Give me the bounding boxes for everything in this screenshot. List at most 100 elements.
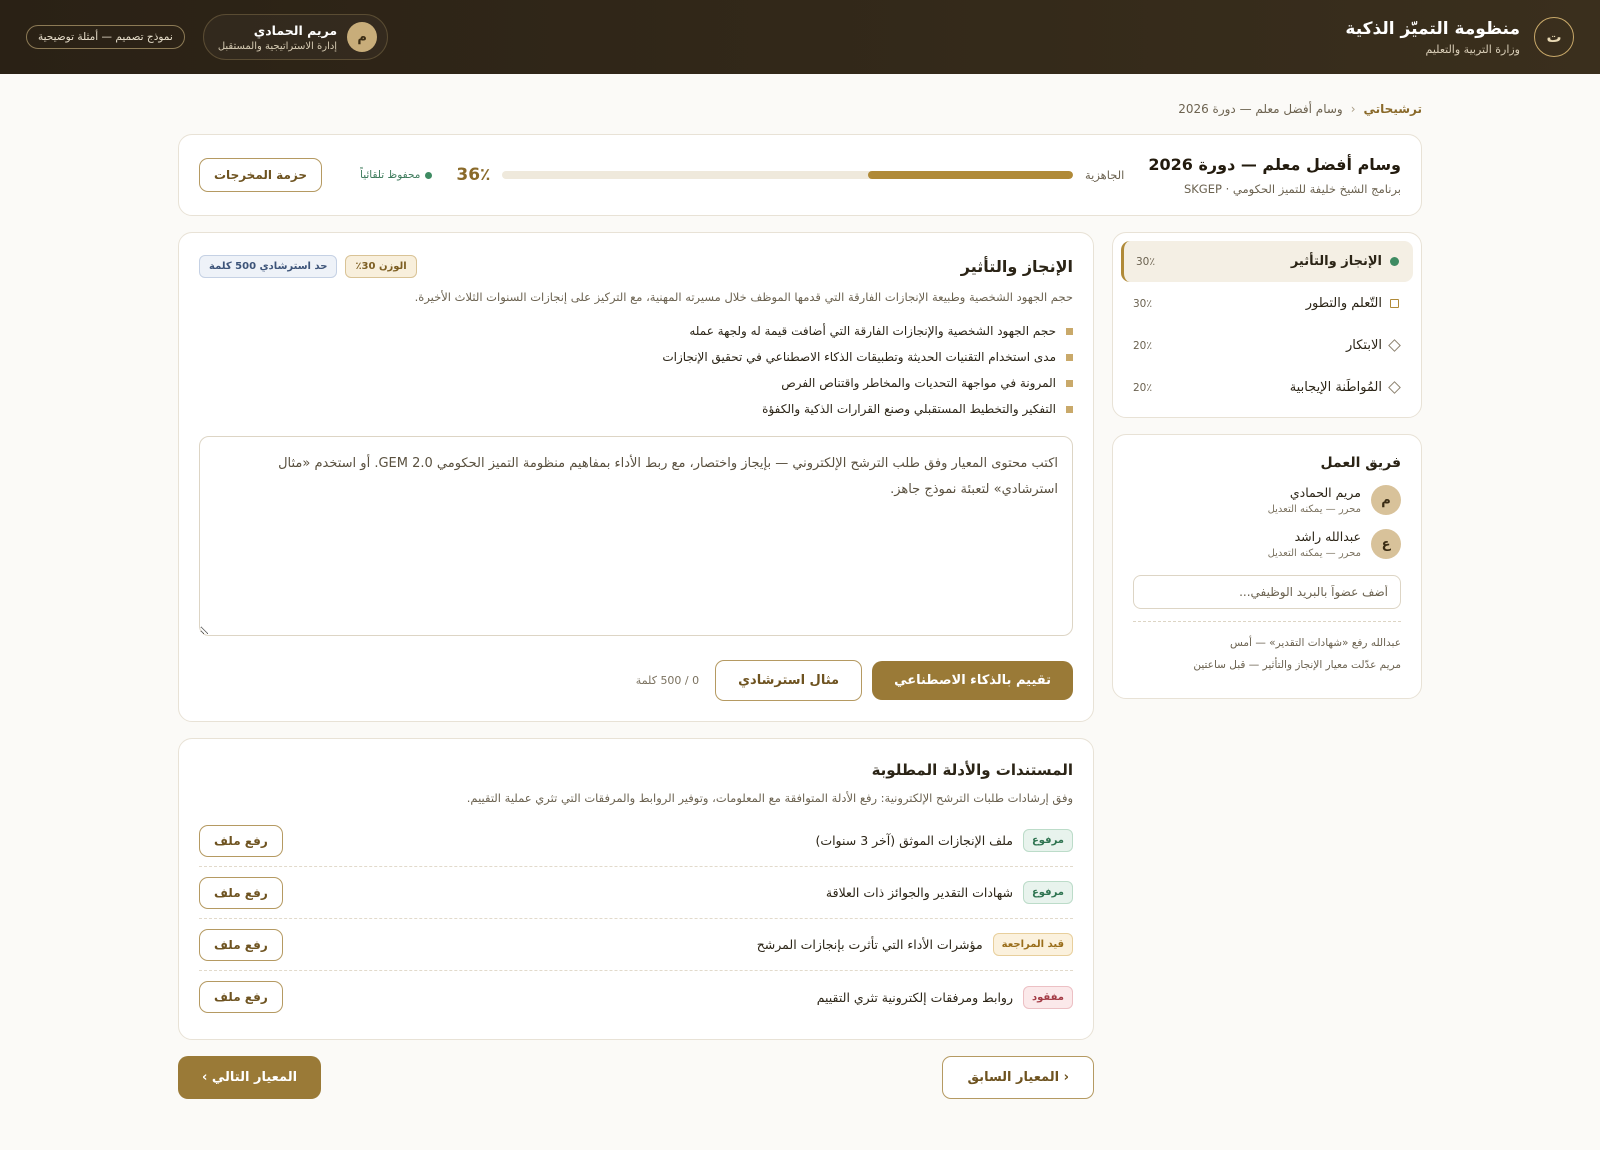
status-badge: مرفوع	[1022, 829, 1073, 852]
saved-dot-icon	[425, 171, 433, 179]
criteria-item-label: الإنجاز والتأثير	[1290, 254, 1382, 269]
user-menu[interactable]: م مريم الحمادي إدارة الاستراتيجية والمست…	[202, 14, 389, 60]
document-row: مرفوع شهادات التقدير والجوائز ذات العلاقة…	[199, 867, 1073, 919]
activity-log: عبدالله رفع «شهادات التقدير» — أمس مريم ع…	[1133, 621, 1401, 676]
criteria-item-main: الابتكار	[1346, 338, 1401, 353]
team-title: فريق العمل	[1320, 455, 1401, 471]
breadcrumb-current: وسام أفضل معلم — دورة 2026	[1178, 102, 1343, 116]
document-info: مرفوع ملف الإنجازات الموثق (آخر 3 سنوات)	[815, 829, 1073, 852]
status-badge: قيد المراجعة	[992, 933, 1073, 956]
diamond-icon	[1388, 339, 1401, 352]
diamond-icon	[1388, 381, 1401, 394]
upload-file-button[interactable]: رفع ملف	[199, 824, 283, 857]
criteria-pager: ‹ المعيار السابق المعيار التالي ›	[178, 1056, 1094, 1099]
document-name: روابط ومرفقات إلكترونية تثري التقييم	[816, 989, 1013, 1005]
team-member: م مريم الحمادي محرر — يمكنه التعديل	[1133, 485, 1401, 515]
word-limit-badge: حد استرشادي 500 كلمة	[199, 255, 338, 278]
criteria-item-label: الابتكار	[1346, 338, 1382, 353]
criteria-item[interactable]: الابتكار 20٪	[1121, 325, 1413, 366]
member-info: عبدالله راشد محرر — يمكنه التعديل	[1268, 529, 1361, 559]
team-members: م مريم الحمادي محرر — يمكنه التعديل ع عبدالل…	[1133, 485, 1401, 559]
nomination-header-card: وسام أفضل معلم — دورة 2026 برنامج الشيخ …	[178, 134, 1422, 216]
document-info: مرفوع شهادات التقدير والجوائز ذات العلاقة	[826, 881, 1073, 904]
user-info: مريم الحمادي إدارة الاستراتيجية والمستقب…	[218, 23, 337, 52]
member-name: مريم الحمادي	[1289, 485, 1361, 500]
example-button[interactable]: مثال استرشادي	[715, 660, 863, 701]
bullet-icon	[1066, 327, 1073, 335]
breadcrumb-separator-icon: ‹	[1350, 102, 1356, 116]
activity-item: مريم عدّلت معيار الإنجاز والتأثير — قبل …	[1193, 659, 1401, 671]
bullet-icon	[1066, 405, 1073, 413]
ai-evaluate-button[interactable]: تقييم بالذكاء الاصطناعي	[872, 661, 1073, 700]
invite-member-input[interactable]	[1133, 575, 1401, 609]
criteria-item-label: التّعلم والتطور	[1305, 296, 1382, 311]
criterion-tags: الوزن 30٪ حد استرشادي 500 كلمة	[199, 255, 417, 278]
brand[interactable]: ت منظومة التميّز الذكية وزارة التربية وا…	[1345, 17, 1574, 57]
user-name: مريم الحمادي	[253, 22, 338, 38]
criteria-item-weight: 30٪	[1133, 297, 1153, 310]
editor-actions: تقييم بالذكاء الاصطناعي مثال استرشادي 0 …	[199, 660, 1073, 701]
document-row: مرفوع ملف الإنجازات الموثق (آخر 3 سنوات) ر…	[199, 815, 1073, 867]
criterion-point: المرونة في مواجهة التحديات والمخاطر واقت…	[199, 370, 1073, 396]
criteria-item[interactable]: التّعلم والتطور 30٪	[1121, 283, 1413, 324]
app-subtitle: وزارة التربية والتعليم	[1425, 42, 1520, 56]
member-name: عبدالله راشد	[1294, 529, 1361, 544]
team-card: فريق العمل م مريم الحمادي محرر — يمكنه الت…	[1112, 434, 1422, 699]
demo-badge: نموذج تصميم — أمثلة توضيحية	[26, 25, 185, 49]
upload-file-button[interactable]: رفع ملف	[199, 876, 283, 909]
page-title: وسام أفضل معلم — دورة 2026	[1148, 154, 1401, 174]
top-bar: ت منظومة التميّز الذكية وزارة التربية وا…	[0, 0, 1600, 74]
criterion-point: مدى استخدام التقنيات الحديثة وتطبيقات ال…	[199, 344, 1073, 370]
status-badge: مرفوع	[1022, 881, 1073, 904]
criterion-point-text: حجم الجهود الشخصية والإنجازات الفارقة ال…	[689, 324, 1056, 338]
criterion-point-text: المرونة في مواجهة التحديات والمخاطر واقت…	[781, 376, 1056, 390]
previous-criterion-button[interactable]: ‹ المعيار السابق	[942, 1056, 1094, 1099]
criteria-item-weight: 20٪	[1133, 381, 1153, 394]
criteria-item-main: المُواطَنة الإيجابية	[1289, 380, 1401, 395]
breadcrumb: ترشيحاتي ‹ وسام أفضل معلم — دورة 2026	[178, 102, 1422, 116]
documents-description: وفق إرشادات طلبات الترشح الإلكترونية: رف…	[466, 791, 1073, 805]
program-subtitle: برنامج الشيخ خليفة للتميز الحكومي · SKGE…	[1183, 181, 1401, 196]
criteria-item[interactable]: الإنجاز والتأثير 30٪	[1121, 241, 1413, 282]
readiness-bar-track	[502, 171, 1073, 179]
documents-list: مرفوع ملف الإنجازات الموثق (آخر 3 سنوات) ر…	[199, 815, 1073, 1023]
user-role: إدارة الاستراتيجية والمستقبل	[217, 40, 338, 52]
criterion-points: حجم الجهود الشخصية والإنجازات الفارقة ال…	[199, 318, 1073, 422]
autosave-text: محفوظ تلقائياً	[360, 169, 421, 181]
document-name: مؤشرات الأداء التي تأثرت بإنجازات المرشح	[756, 937, 983, 952]
output-package-button[interactable]: حزمة المخرجات	[199, 158, 322, 192]
criteria-item-main: التّعلم والتطور	[1306, 296, 1399, 311]
status-badge: مفقود	[1023, 985, 1073, 1009]
documents-card: المستندات والأدلة المطلوبة وفق إرشادات ط…	[178, 738, 1094, 1040]
readiness-percent: 36٪	[456, 165, 491, 185]
criteria-item[interactable]: المُواطَنة الإيجابية 20٪	[1121, 367, 1413, 408]
upload-file-button[interactable]: رفع ملف	[199, 981, 283, 1013]
team-member: ع عبدالله راشد محرر — يمكنه التعديل	[1133, 529, 1401, 559]
main-content: الإنجاز والتأثير الوزن 30٪ حد استرشادي 5…	[178, 232, 1094, 1099]
brand-logo-icon: ت	[1534, 17, 1574, 57]
criteria-item-weight: 30٪	[1136, 255, 1156, 268]
criterion-editor[interactable]	[199, 436, 1073, 636]
autosave-status: محفوظ تلقائياً	[360, 169, 433, 181]
criterion-header: الإنجاز والتأثير الوزن 30٪ حد استرشادي 5…	[199, 255, 1073, 278]
avatar: م	[347, 22, 378, 52]
criterion-point-text: مدى استخدام التقنيات الحديثة وتطبيقات ال…	[662, 350, 1056, 364]
criterion-description: حجم الجهود الشخصية وطبيعة الإنجازات الفا…	[414, 290, 1073, 304]
criteria-nav: الإنجاز والتأثير 30٪ التّعلم والتطور 30٪ الا…	[1112, 232, 1422, 418]
criteria-item-weight: 20٪	[1133, 339, 1153, 352]
bullet-icon	[1066, 379, 1073, 387]
nomination-titles: وسام أفضل معلم — دورة 2026 برنامج الشيخ …	[1148, 155, 1401, 196]
upload-file-button[interactable]: رفع ملف	[199, 928, 283, 961]
sidebar: الإنجاز والتأثير 30٪ التّعلم والتطور 30٪ الا…	[1112, 232, 1422, 699]
criterion-point: التفكير والتخطيط المستقبلي وصنع القرارات…	[199, 396, 1073, 422]
member-info: مريم الحمادي محرر — يمكنه التعديل	[1268, 485, 1361, 515]
document-name: ملف الإنجازات الموثق (آخر 3 سنوات)	[815, 833, 1013, 848]
document-row: قيد المراجعة مؤشرات الأداء التي تأثرت بإن…	[199, 919, 1073, 971]
avatar: م	[1371, 485, 1401, 515]
activity-item: عبدالله رفع «شهادات التقدير» — أمس	[1230, 637, 1401, 649]
criteria-item-label: المُواطَنة الإيجابية	[1289, 380, 1382, 395]
next-criterion-button[interactable]: المعيار التالي ›	[178, 1056, 322, 1099]
brand-text: منظومة التميّز الذكية وزارة التربية والت…	[1345, 19, 1520, 56]
criterion-point: حجم الجهود الشخصية والإنجازات الفارقة ال…	[199, 318, 1073, 344]
breadcrumb-root-link[interactable]: ترشيحاتي	[1364, 102, 1422, 116]
